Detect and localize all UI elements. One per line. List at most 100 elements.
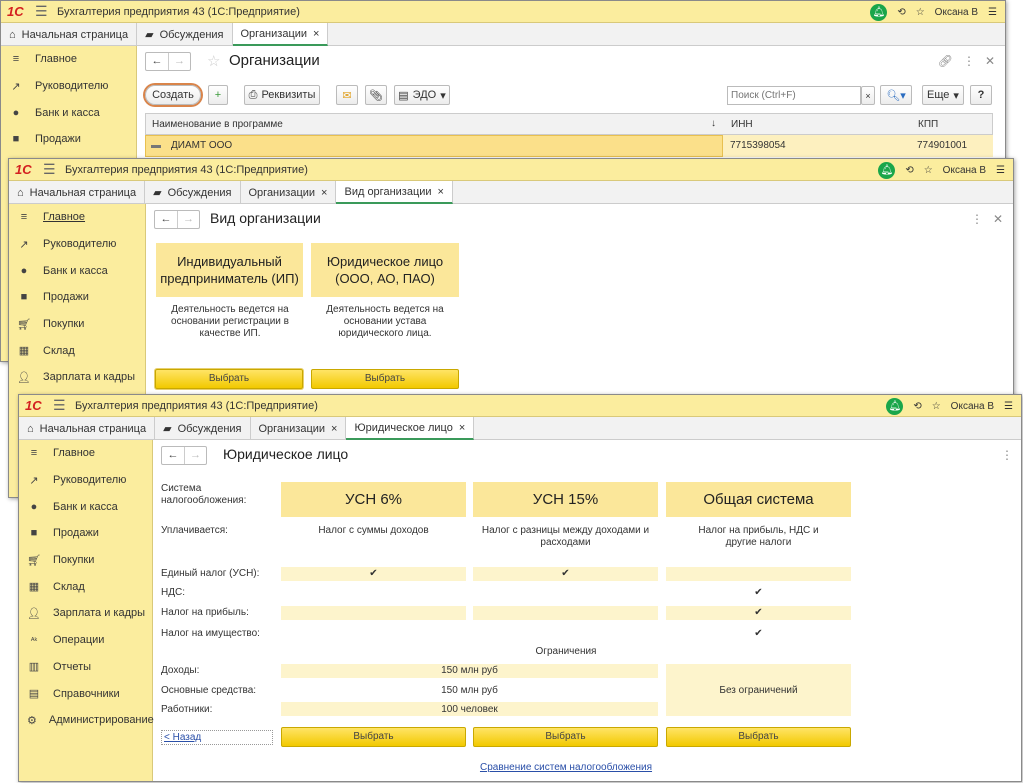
sidebar-item-main[interactable]: ≡ Главное	[19, 440, 152, 467]
select-usn6-button[interactable]: Выбрать	[281, 727, 466, 747]
edo-button[interactable]: ▤ ЭДО ▾	[394, 85, 450, 105]
back-icon[interactable]: ←	[162, 447, 184, 464]
column-kpp[interactable]: КПП	[918, 119, 938, 130]
sidebar-item-references[interactable]: ▤ Справочники	[19, 680, 152, 707]
select-usn15-button[interactable]: Выбрать	[473, 727, 658, 747]
nav-buttons[interactable]: ← →	[161, 446, 207, 465]
sidebar-item-admin[interactable]: ⚙ Администрирование	[19, 707, 154, 734]
close-icon[interactable]: ×	[313, 28, 319, 40]
sidebar-item-bank[interactable]: ● Банк и касса	[9, 257, 145, 284]
menu-icon[interactable]: ☰	[53, 397, 75, 414]
back-icon[interactable]: ←	[146, 53, 168, 70]
sidebar-item-main[interactable]: ≡ Главное	[9, 204, 145, 231]
back-icon[interactable]: ←	[155, 211, 177, 228]
search-input[interactable]	[727, 86, 861, 105]
search-options-button[interactable]: 🔍︎▾	[880, 85, 912, 105]
close-icon[interactable]: ×	[459, 422, 465, 434]
label-property: Налог на имущество:	[161, 628, 260, 639]
bell-icon[interactable]: 🔔︎	[878, 161, 896, 179]
user-name[interactable]: Оксана В	[943, 165, 986, 176]
sidebar-item-reports[interactable]: ▥ Отчеты	[19, 654, 152, 681]
sidebar-item-bank[interactable]: ● Банк и касса	[1, 99, 136, 126]
sidebar-item-salary[interactable]: 👤︎ Зарплата и кадры	[9, 364, 145, 391]
nav-buttons[interactable]: ← →	[145, 52, 191, 71]
sidebar-item-main[interactable]: ≡ Главное	[1, 46, 136, 73]
attach-icon[interactable]: 📎︎	[365, 85, 387, 105]
help-button[interactable]: ?	[970, 85, 992, 105]
details-button[interactable]: ⎙ Реквизиты	[244, 85, 320, 105]
clear-search-icon[interactable]: ×	[861, 86, 875, 105]
tab-organizations[interactable]: Организации ×	[241, 181, 337, 204]
tab-discussions[interactable]: ▰ Обсуждения	[145, 181, 241, 204]
history-icon[interactable]: ⟲	[897, 7, 905, 18]
table-row[interactable]: ▬ ДИАМТ ООО 7715398054 774901001	[145, 135, 993, 157]
history-icon[interactable]: ⟲	[905, 165, 913, 176]
star-icon[interactable]: ☆	[924, 165, 933, 176]
create-button[interactable]: Создать	[145, 85, 201, 105]
compare-systems-link[interactable]: Сравнение систем налогообложения	[281, 762, 851, 773]
close-icon[interactable]: ×	[438, 186, 444, 198]
more-icon[interactable]: ⋮	[971, 212, 983, 226]
forward-icon[interactable]: →	[177, 211, 199, 228]
app-title: Бухгалтерия предприятия 43 (1С:Предприят…	[57, 5, 300, 18]
sidebar-item-purchases[interactable]: 🛒︎ Покупки	[19, 547, 152, 574]
label: Покупки	[43, 318, 85, 331]
sidebar-item-salary[interactable]: 👤︎ Зарплата и кадры	[19, 600, 152, 627]
star-icon[interactable]: ☆	[932, 401, 941, 412]
more-icon[interactable]: ⋮	[963, 54, 975, 68]
tab-discussions[interactable]: ▰ Обсуждения	[155, 417, 251, 440]
bell-icon[interactable]: 🔔︎	[870, 3, 888, 21]
sidebar-item-purchases[interactable]: 🛒︎ Покупки	[9, 311, 145, 338]
sidebar-item-manager[interactable]: ↗ Руководителю	[9, 231, 145, 258]
column-inn[interactable]: ИНН	[731, 119, 753, 130]
sidebar-item-sales[interactable]: ■ Продажи	[19, 520, 152, 547]
star-icon[interactable]: ☆	[916, 7, 925, 18]
more-icon[interactable]: ⋮	[1001, 448, 1013, 462]
user-name[interactable]: Оксана В	[951, 401, 994, 412]
settings-menu-icon[interactable]: ☰	[1004, 401, 1013, 412]
tab-home[interactable]: ⌂ Начальная страница	[9, 181, 146, 204]
label: Руководителю	[53, 474, 127, 487]
sidebar-item-sales[interactable]: ■ Продажи	[1, 126, 136, 153]
history-icon[interactable]: ⟲	[913, 401, 921, 412]
tab-organizations[interactable]: Организации ×	[232, 23, 329, 46]
menu-icon[interactable]: ☰	[43, 161, 65, 178]
user-name[interactable]: Оксана В	[935, 7, 978, 18]
back-link[interactable]: < Назад	[161, 730, 273, 745]
select-general-button[interactable]: Выбрать	[666, 727, 851, 747]
nav-buttons[interactable]: ← →	[154, 210, 200, 229]
sidebar-item-operations[interactable]: ᴬᵏ Операции	[19, 627, 152, 654]
sidebar-item-manager[interactable]: ↗ Руководителю	[19, 467, 152, 494]
favorite-star-icon[interactable]: ☆	[207, 52, 220, 70]
mail-icon[interactable]: ✉	[336, 85, 358, 105]
close-icon[interactable]: ✕	[993, 212, 1003, 226]
forward-icon[interactable]: →	[168, 53, 190, 70]
tab-home[interactable]: ⌂ Начальная страница	[1, 23, 138, 46]
close-icon[interactable]: ×	[331, 423, 337, 435]
close-icon[interactable]: ✕	[985, 54, 995, 68]
tab-organizations[interactable]: Организации ×	[251, 417, 347, 440]
close-icon[interactable]: ×	[321, 187, 327, 199]
settings-menu-icon[interactable]: ☰	[996, 165, 1005, 176]
sidebar-item-sales[interactable]: ■ Продажи	[9, 284, 145, 311]
label: Покупки	[53, 554, 95, 567]
settings-menu-icon[interactable]: ☰	[988, 7, 997, 18]
sidebar-item-warehouse[interactable]: ▦ Склад	[9, 337, 145, 364]
select-legal-button[interactable]: Выбрать	[311, 369, 459, 389]
bell-icon[interactable]: 🔔︎	[886, 397, 904, 415]
sidebar-item-manager[interactable]: ↗ Руководителю	[1, 73, 136, 100]
trend-icon: ↗	[29, 474, 39, 487]
more-button[interactable]: Еще ▾	[922, 85, 964, 105]
add-copy-icon[interactable]: +	[208, 85, 228, 105]
tab-legal-entity[interactable]: Юридическое лицо ×	[346, 417, 475, 440]
menu-icon[interactable]: ☰	[35, 3, 57, 20]
forward-icon[interactable]: →	[184, 447, 206, 464]
tab-org-type[interactable]: Вид организации ×	[336, 181, 453, 204]
tab-discussions[interactable]: ▰ Обсуждения	[137, 23, 233, 46]
column-name[interactable]: Наименование в программе	[152, 119, 283, 130]
sidebar-item-bank[interactable]: ● Банк и касса	[19, 493, 152, 520]
select-ip-button[interactable]: Выбрать	[155, 369, 303, 389]
link-icon[interactable]: 🔗︎	[938, 54, 953, 68]
sidebar-item-warehouse[interactable]: ▦ Склад	[19, 573, 152, 600]
tab-home[interactable]: ⌂ Начальная страница	[19, 417, 156, 440]
